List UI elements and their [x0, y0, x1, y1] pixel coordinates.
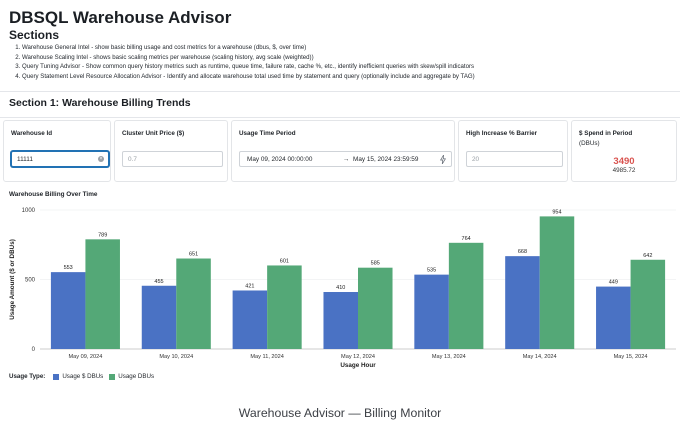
spend-subvalue: 4985.72 — [612, 167, 636, 174]
section-item: Warehouse General Intel - show basic bil… — [22, 43, 672, 53]
data-label: 651 — [189, 252, 198, 258]
bar — [358, 267, 393, 349]
increase-barrier-input[interactable] — [466, 151, 563, 167]
bar — [539, 216, 575, 349]
divider — [0, 117, 680, 118]
section-item: Warehouse Scaling Intel - shows basic sc… — [22, 53, 672, 63]
increase-barrier-label: High Increase % Barrier — [466, 130, 538, 137]
legend-item[interactable]: Usage DBUs — [109, 373, 154, 380]
y-tick-label: 1000 — [22, 208, 36, 214]
y-axis-label: Usage Amount ($ or DBUs) — [9, 239, 16, 320]
warehouse-id-label: Warehouse Id — [11, 130, 53, 137]
bar — [323, 292, 358, 349]
legend-swatch — [53, 373, 60, 380]
section-item: Query Tuning Advisor - Show common query… — [22, 62, 672, 72]
x-tick-label: May 13, 2024 — [432, 354, 466, 360]
unit-price-filter: Cluster Unit Price ($) — [114, 120, 228, 182]
divider — [0, 91, 680, 92]
unit-price-input[interactable] — [122, 151, 223, 167]
bar — [267, 265, 302, 349]
arrow-right-icon: → — [343, 156, 350, 163]
date-range-picker[interactable]: May 09, 2024 00:00:00 → May 15, 2024 23:… — [239, 151, 452, 167]
time-period-label: Usage Time Period — [239, 130, 296, 137]
dashboard: DBSQL Warehouse Advisor Sections Warehou… — [0, 0, 680, 398]
caption: Warehouse Advisor — Billing Monitor — [238, 406, 442, 420]
legend-label: Usage DBUs — [118, 373, 155, 380]
data-label: 535 — [427, 268, 436, 274]
bar — [448, 242, 484, 349]
sections-list: Warehouse General Intel - show basic bil… — [22, 43, 672, 82]
data-label: 668 — [518, 249, 527, 255]
data-label: 954 — [552, 209, 561, 215]
data-label: 410 — [336, 285, 345, 291]
start-date[interactable]: May 09, 2024 00:00:00 — [247, 156, 312, 163]
x-tick-label: May 09, 2024 — [68, 354, 102, 360]
spend-label: $ Spend in Period — [579, 130, 633, 137]
bar — [141, 285, 177, 349]
chart-title: Warehouse Billing Over Time — [9, 191, 98, 198]
x-tick-label: May 12, 2024 — [341, 354, 375, 360]
bar — [176, 258, 211, 349]
data-label: 421 — [245, 283, 254, 289]
time-period-filter: Usage Time Period May 09, 2024 00:00:00 … — [231, 120, 455, 182]
data-label: 455 — [154, 279, 163, 285]
warehouse-id-filter: Warehouse Id × — [3, 120, 111, 182]
chart-legend: Usage Type: Usage $ DBUs Usage DBUs — [9, 373, 160, 380]
clear-circle-icon[interactable]: × — [98, 156, 104, 162]
y-tick-label: 0 — [32, 347, 36, 353]
bar — [414, 274, 449, 349]
bar — [630, 259, 666, 349]
billing-bar-chart: 0 500 1000 553 789 May 09, 2024 455 651 May 10, … — [9, 208, 676, 369]
increase-barrier-filter: High Increase % Barrier — [458, 120, 568, 182]
warehouse-id-input[interactable] — [11, 151, 109, 167]
spend-sublabel: (DBUs) — [579, 140, 600, 147]
bar — [596, 286, 631, 349]
x-tick-label: May 15, 2024 — [614, 354, 648, 360]
data-label: 553 — [64, 265, 73, 271]
x-tick-label: May 10, 2024 — [159, 354, 193, 360]
lightning-icon[interactable] — [440, 155, 446, 164]
x-axis-label: Usage Hour — [340, 362, 376, 369]
bar — [50, 272, 86, 349]
spend-value: 3490 — [613, 156, 635, 167]
data-label: 449 — [609, 280, 618, 286]
legend-swatch — [109, 373, 116, 380]
legend-label: Usage $ DBUs — [62, 373, 104, 380]
section-item: Query Statement Level Resource Allocatio… — [22, 72, 672, 82]
y-tick-label: 500 — [25, 278, 36, 284]
data-label: 601 — [280, 258, 289, 264]
data-label: 789 — [98, 232, 107, 238]
sections-heading: Sections — [9, 28, 60, 42]
bar — [85, 239, 120, 349]
legend-item[interactable]: Usage $ DBUs — [53, 373, 103, 380]
spend-counter: $ Spend in Period (DBUs) 3490 4985.72 — [571, 120, 677, 182]
legend-title: Usage Type: — [9, 373, 46, 380]
x-tick-label: May 11, 2024 — [250, 354, 283, 360]
x-tick-label: May 14, 2024 — [523, 354, 557, 360]
bar — [505, 256, 540, 349]
data-label: 585 — [371, 261, 380, 267]
end-date[interactable]: May 15, 2024 23:59:59 — [353, 156, 418, 163]
data-label: 764 — [462, 236, 471, 242]
unit-price-label: Cluster Unit Price ($) — [122, 130, 185, 137]
section-title: Section 1: Warehouse Billing Trends — [9, 97, 191, 109]
data-label: 642 — [643, 253, 652, 259]
bar — [232, 290, 268, 349]
page-title: DBSQL Warehouse Advisor — [9, 8, 232, 27]
